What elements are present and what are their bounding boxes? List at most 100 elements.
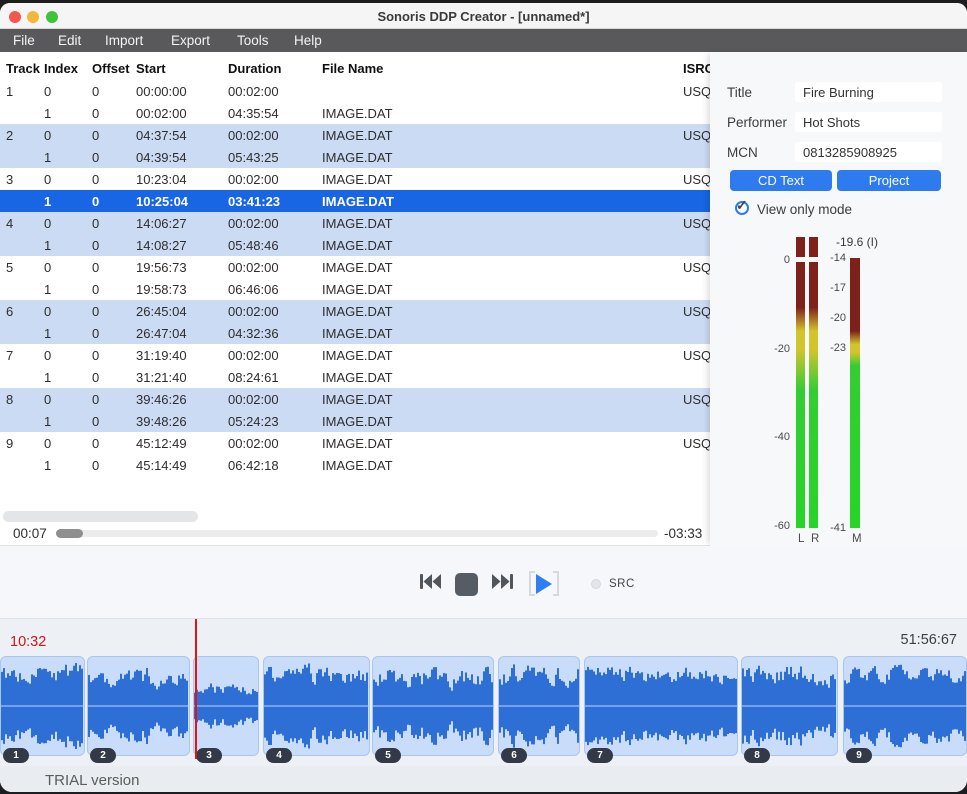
cell-offset: 0 bbox=[92, 436, 99, 451]
total-duration-label: 51:56:67 bbox=[901, 632, 957, 648]
meter-tick-label: -20 bbox=[816, 312, 846, 324]
waveform-track-2[interactable]: 2 bbox=[87, 656, 190, 756]
cell-track: 3 bbox=[6, 172, 13, 187]
cell-duration: 05:43:25 bbox=[228, 150, 279, 165]
meter-tick-label: -41 bbox=[816, 522, 846, 534]
next-track-icon[interactable] bbox=[491, 572, 515, 596]
waveform-track-5[interactable]: 5 bbox=[372, 656, 494, 756]
table-row[interactable]: 30010:23:0400:02:00IMAGE.DATUSQ bbox=[0, 168, 710, 190]
cell-file: IMAGE.DAT bbox=[322, 128, 393, 143]
table-row[interactable]: 1000:02:0004:35:54IMAGE.DAT bbox=[0, 102, 710, 124]
cell-index: 1 bbox=[44, 414, 51, 429]
waveform-image bbox=[264, 657, 369, 755]
cell-start: 19:56:73 bbox=[136, 260, 187, 275]
table-body: 10000:00:0000:02:00USQ1000:02:0004:35:54… bbox=[0, 80, 710, 476]
menu-help[interactable]: Help bbox=[294, 33, 322, 48]
meter-tick-label: -20 bbox=[760, 343, 790, 355]
cell-offset: 0 bbox=[92, 238, 99, 253]
waveform-panel[interactable]: 10:32 51:56:67 123456789 bbox=[0, 618, 967, 766]
play-button[interactable] bbox=[529, 570, 559, 598]
cell-offset: 0 bbox=[92, 260, 99, 275]
waveform-track-6[interactable]: 6 bbox=[498, 656, 580, 756]
table-horizontal-scrollbar[interactable] bbox=[3, 511, 198, 522]
cell-file: IMAGE.DAT bbox=[322, 106, 393, 121]
column-track[interactable]: Track bbox=[6, 61, 40, 76]
src-indicator-icon[interactable] bbox=[591, 579, 601, 589]
menu-export[interactable]: Export bbox=[171, 33, 210, 48]
column-index[interactable]: Index bbox=[44, 61, 78, 76]
previous-track-icon[interactable] bbox=[418, 572, 442, 596]
cell-offset: 0 bbox=[92, 128, 99, 143]
cell-index: 1 bbox=[44, 238, 51, 253]
table-row[interactable]: 70031:19:4000:02:00IMAGE.DATUSQ bbox=[0, 344, 710, 366]
cell-index: 1 bbox=[44, 370, 51, 385]
menu-import[interactable]: Import bbox=[105, 33, 143, 48]
bracket-right-icon bbox=[553, 571, 559, 596]
cell-offset: 0 bbox=[92, 414, 99, 429]
table-row[interactable]: 10000:00:0000:02:00USQ bbox=[0, 80, 710, 102]
table-row[interactable]: 1004:39:5405:43:25IMAGE.DAT bbox=[0, 146, 710, 168]
cell-start: 26:45:04 bbox=[136, 304, 187, 319]
waveform-track-7[interactable]: 7 bbox=[584, 656, 738, 756]
column-start[interactable]: Start bbox=[136, 61, 166, 76]
cell-duration: 05:24:23 bbox=[228, 414, 279, 429]
cell-isrc: USQ bbox=[683, 304, 711, 319]
menu-file[interactable]: File bbox=[13, 33, 35, 48]
performer-label: Performer bbox=[727, 115, 787, 130]
table-row[interactable]: 1045:14:4906:42:18IMAGE.DAT bbox=[0, 454, 710, 476]
track-number-badge: 5 bbox=[375, 748, 401, 763]
table-row[interactable]: 1010:25:0403:41:23IMAGE.DAT bbox=[0, 190, 710, 212]
cell-index: 0 bbox=[44, 348, 51, 363]
project-button[interactable]: Project bbox=[837, 170, 941, 191]
cell-track: 9 bbox=[6, 436, 13, 451]
left-channel-label: L bbox=[798, 533, 804, 545]
waveform-track-3[interactable]: 3 bbox=[193, 656, 259, 756]
cell-index: 0 bbox=[44, 84, 51, 99]
cd-text-button[interactable]: CD Text bbox=[730, 170, 832, 191]
bracket-left-icon bbox=[529, 571, 535, 596]
seek-slider[interactable] bbox=[56, 530, 658, 537]
table-row[interactable]: 50019:56:7300:02:00IMAGE.DATUSQ bbox=[0, 256, 710, 278]
title-input[interactable] bbox=[795, 82, 942, 102]
waveform-track-1[interactable]: 1 bbox=[0, 656, 85, 756]
cell-track: 1 bbox=[6, 84, 13, 99]
column-offset[interactable]: Offset bbox=[92, 61, 130, 76]
cell-start: 00:02:00 bbox=[136, 106, 187, 121]
menu-tools[interactable]: Tools bbox=[237, 33, 269, 48]
waveform-track-4[interactable]: 4 bbox=[263, 656, 370, 756]
cell-index: 0 bbox=[44, 392, 51, 407]
waveform-track-9[interactable]: 9 bbox=[843, 656, 967, 756]
mcn-input[interactable] bbox=[795, 142, 942, 162]
cell-start: 39:46:26 bbox=[136, 392, 187, 407]
waveform-image bbox=[194, 657, 258, 755]
cell-file: IMAGE.DAT bbox=[322, 172, 393, 187]
table-row[interactable]: 1031:21:4008:24:61IMAGE.DAT bbox=[0, 366, 710, 388]
cell-duration: 04:35:54 bbox=[228, 106, 279, 121]
cell-file: IMAGE.DAT bbox=[322, 370, 393, 385]
table-row[interactable]: 20004:37:5400:02:00IMAGE.DATUSQ bbox=[0, 124, 710, 146]
cell-duration: 08:24:61 bbox=[228, 370, 279, 385]
view-only-checkbox[interactable]: ✓ bbox=[735, 201, 749, 215]
table-row[interactable]: 60026:45:0400:02:00IMAGE.DATUSQ bbox=[0, 300, 710, 322]
cell-file: IMAGE.DAT bbox=[322, 458, 393, 473]
table-row[interactable]: 80039:46:2600:02:00IMAGE.DATUSQ bbox=[0, 388, 710, 410]
column-duration[interactable]: Duration bbox=[228, 61, 281, 76]
waveform-track-8[interactable]: 8 bbox=[741, 656, 838, 756]
column-filename[interactable]: File Name bbox=[322, 61, 383, 76]
table-row[interactable]: 90045:12:4900:02:00IMAGE.DATUSQ bbox=[0, 432, 710, 454]
meter-tick-label: 0 bbox=[760, 254, 790, 266]
performer-input[interactable] bbox=[795, 112, 942, 132]
table-row[interactable]: 1039:48:2605:24:23IMAGE.DAT bbox=[0, 410, 710, 432]
table-row[interactable]: 1019:58:7306:46:06IMAGE.DAT bbox=[0, 278, 710, 300]
stop-button[interactable] bbox=[455, 573, 478, 596]
seek-thumb[interactable] bbox=[56, 529, 83, 538]
cell-offset: 0 bbox=[92, 216, 99, 231]
cell-duration: 00:02:00 bbox=[228, 84, 279, 99]
right-level-meter bbox=[809, 262, 818, 528]
playhead-cursor[interactable] bbox=[195, 619, 197, 759]
table-row[interactable]: 40014:06:2700:02:00IMAGE.DATUSQ bbox=[0, 212, 710, 234]
table-row[interactable]: 1014:08:2705:48:46IMAGE.DAT bbox=[0, 234, 710, 256]
cell-duration: 00:02:00 bbox=[228, 348, 279, 363]
table-row[interactable]: 1026:47:0404:32:36IMAGE.DAT bbox=[0, 322, 710, 344]
menu-edit[interactable]: Edit bbox=[58, 33, 81, 48]
